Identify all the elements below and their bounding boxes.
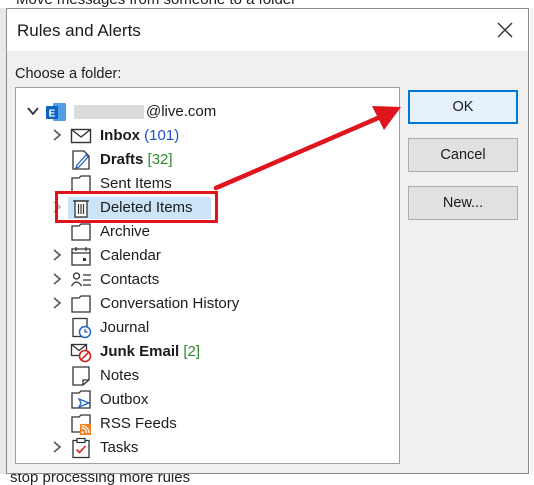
tree-row-calendar[interactable]: Calendar: [16, 244, 399, 268]
tree-row-inbox[interactable]: Inbox (101): [16, 124, 399, 148]
folder-icon: [70, 293, 92, 315]
exchange-account-icon: E: [45, 101, 67, 123]
account-email: @live.com: [146, 103, 217, 120]
chevron-down-icon[interactable]: [26, 104, 40, 118]
tree-row-rss-feeds[interactable]: RSS Feeds: [16, 412, 399, 436]
background-rule-text: Move messages from someone to a folder: [16, 0, 296, 8]
outbox-icon: [70, 389, 92, 411]
chevron-right-icon[interactable]: [50, 248, 64, 262]
folder-label: RSS Feeds: [100, 415, 177, 432]
item-count: [32]: [147, 151, 173, 168]
folder-label: Outbox: [100, 391, 149, 408]
folder-tree[interactable]: E @live.com Inbox (101) Drafts [32] Sent…: [15, 87, 400, 464]
folder-label: Inbox: [100, 127, 140, 144]
tasks-icon: [70, 437, 92, 459]
tree-row-notes[interactable]: Notes: [16, 364, 399, 388]
choose-folder-label: Choose a folder:: [15, 66, 122, 82]
folder-label: Sent Items: [100, 175, 172, 192]
dialog-title: Rules and Alerts: [17, 21, 141, 40]
drafts-icon: [70, 149, 92, 171]
folder-label: Junk Email: [100, 343, 180, 360]
new-folder-button[interactable]: New...: [408, 186, 518, 220]
folder-label: Drafts: [100, 151, 144, 168]
notes-icon: [70, 365, 92, 387]
folder-label: Tasks: [100, 439, 139, 456]
contacts-icon: [70, 269, 92, 291]
cancel-button[interactable]: Cancel: [408, 138, 518, 172]
chevron-right-icon[interactable]: [50, 272, 64, 286]
folder-label: Journal: [100, 319, 150, 336]
background-rule-text-bottom: stop processing more rules: [10, 474, 191, 485]
background-window-right: [530, 8, 534, 474]
folder-label: Calendar: [100, 247, 161, 264]
annotation-highlight-box: [55, 191, 218, 223]
rss-icon: [70, 413, 92, 435]
tree-row-junk-email[interactable]: Junk Email [2]: [16, 340, 399, 364]
tree-row-tasks[interactable]: Tasks: [16, 436, 399, 460]
folder-label: Archive: [100, 223, 151, 240]
folder-label: Conversation History: [100, 295, 240, 312]
folder-label: Notes: [100, 367, 140, 384]
dialog-titlebar: Rules and Alerts: [7, 9, 528, 51]
journal-icon: [70, 317, 92, 339]
calendar-icon: [70, 245, 92, 267]
close-icon[interactable]: [494, 19, 516, 41]
tree-row-journal[interactable]: Journal: [16, 316, 399, 340]
tree-row-archive[interactable]: Archive: [16, 220, 399, 244]
svg-text:E: E: [49, 109, 56, 120]
junk-icon: [70, 341, 92, 363]
folder-label: Contacts: [100, 271, 160, 288]
chevron-right-icon[interactable]: [50, 296, 64, 310]
tree-row-outbox[interactable]: Outbox: [16, 388, 399, 412]
email-redaction: [74, 105, 144, 119]
inbox-icon: [70, 125, 92, 147]
item-count: [2]: [183, 343, 201, 360]
folder-icon: [70, 221, 92, 243]
chevron-right-icon[interactable]: [50, 440, 64, 454]
background-window-top: Move messages from someone to a folder: [0, 0, 534, 8]
tree-row-drafts[interactable]: Drafts [32]: [16, 148, 399, 172]
tree-row-account[interactable]: E @live.com: [16, 100, 399, 124]
tree-row-contacts[interactable]: Contacts: [16, 268, 399, 292]
background-window-bottom: stop processing more rules: [0, 474, 534, 485]
ok-button[interactable]: OK: [408, 90, 518, 124]
unread-count: (101): [144, 127, 180, 144]
chevron-right-icon[interactable]: [50, 128, 64, 142]
tree-row-conversation-history[interactable]: Conversation History: [16, 292, 399, 316]
rules-and-alerts-dialog: Rules and Alerts Choose a folder: E @liv…: [6, 8, 529, 474]
